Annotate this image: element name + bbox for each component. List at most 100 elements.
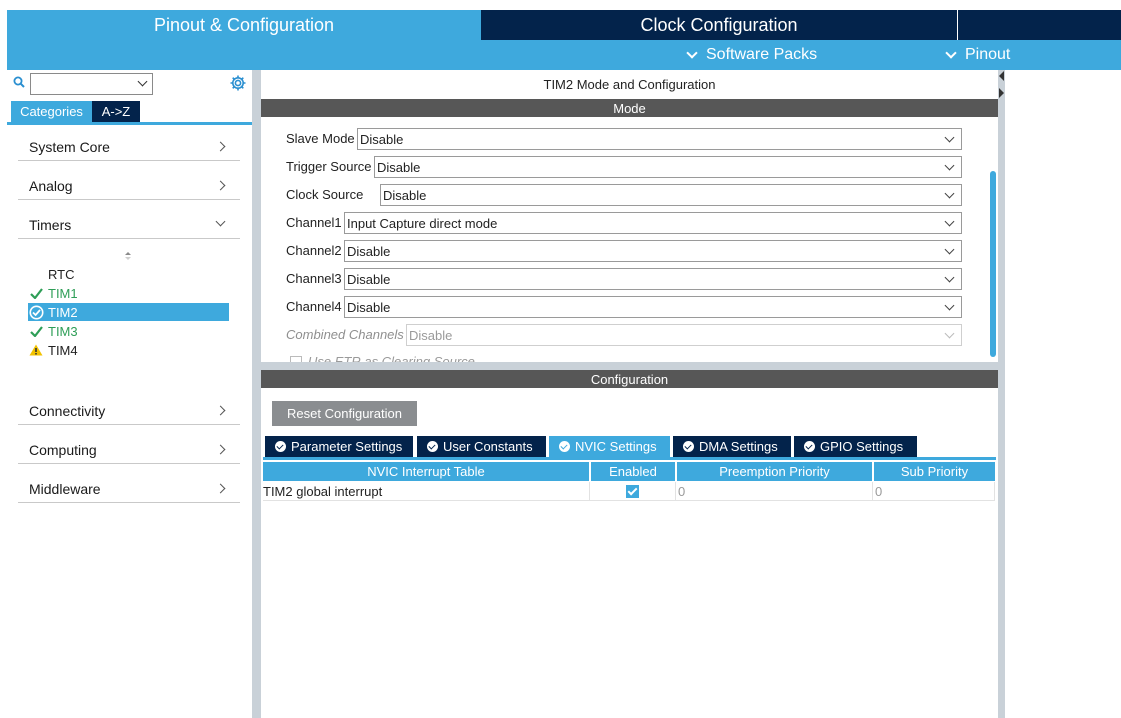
select-value: Disable [377,159,421,175]
chevron-down-icon [137,76,148,87]
category-label: Timers [29,216,72,233]
tab-clock-configuration[interactable]: Clock Configuration [481,10,957,40]
tab-gpio-settings[interactable]: GPIO Settings [794,436,917,457]
mode-area: Slave Mode Disable Trigger Source Disabl… [261,118,998,362]
category-connectivity[interactable]: Connectivity [18,397,240,425]
mode-configuration-panel: TIM2 Mode and Configuration Mode Slave M… [261,70,998,718]
check-circle-icon [804,441,815,452]
check-circle-icon [275,441,286,452]
channel4-select[interactable]: Disable [344,296,962,318]
combined-channels-select: Disable [406,324,962,346]
clock-source-select[interactable]: Disable [380,184,962,206]
config-tab-underline [263,457,996,460]
tab-nvic-settings[interactable]: NVIC Settings [549,436,670,457]
timer-label: TIM3 [48,323,78,339]
column-header-sub-priority[interactable]: Sub Priority [874,462,995,481]
mode-label: Channel3 [286,270,342,286]
chevron-down-icon [686,46,698,59]
column-header-nvic-interrupt-table[interactable]: NVIC Interrupt Table [263,462,589,481]
chevron-down-icon [944,188,955,199]
tab-parameter-settings[interactable]: Parameter Settings [265,436,413,457]
tab-user-constants[interactable]: User Constants [417,436,546,457]
chevron-down-icon [944,160,955,171]
mode-label: Channel2 [286,242,342,258]
category-label: Middleware [29,480,101,497]
category-computing[interactable]: Computing [18,436,240,464]
splitter-right[interactable] [998,70,1005,718]
gear-icon[interactable] [229,74,247,92]
check-circle-icon [427,441,438,452]
select-value: Disable [360,131,404,147]
software-packs-menu[interactable]: Software Packs [686,40,817,70]
mode-config-splitter[interactable] [261,362,998,370]
chevron-down-icon [944,272,955,283]
mode-row-channel4: Channel4 [286,295,342,317]
check-circle-icon [28,305,44,319]
slave-mode-select[interactable]: Disable [357,128,962,150]
timer-item-rtc[interactable]: RTC [28,265,229,283]
reset-configuration-button[interactable]: Reset Configuration [272,401,417,426]
search-icon[interactable] [13,76,25,88]
channel1-select[interactable]: Input Capture direct mode [344,212,962,234]
tab-label: DMA Settings [699,439,778,454]
chevron-right-icon [215,180,226,191]
mode-header: Mode [261,99,998,117]
splitter-left[interactable] [252,70,261,718]
tab-extra[interactable] [957,10,1121,40]
mode-scrollbar[interactable] [990,171,996,357]
tab-label: User Constants [443,439,533,454]
sub-menu-bar: Software Packs Pinout [7,40,1121,70]
search-combo[interactable] [30,73,153,95]
mode-row-channel1: Channel1 [286,211,342,233]
trigger-source-select[interactable]: Disable [374,156,962,178]
chevron-right-icon [215,405,226,416]
column-header-enabled[interactable]: Enabled [591,462,675,481]
check-circle-icon [683,441,694,452]
mode-label: Channel1 [286,214,342,230]
tab-dma-settings[interactable]: DMA Settings [673,436,791,457]
interrupt-name-cell: TIM2 global interrupt [263,482,590,501]
chevron-right-icon [215,483,226,494]
timer-item-tim1[interactable]: TIM1 [28,284,229,302]
timer-label: TIM1 [48,285,78,301]
mode-label: Slave Mode [286,130,355,146]
category-middleware[interactable]: Middleware [18,475,240,503]
chevron-down-icon [944,300,955,311]
category-analog[interactable]: Analog [18,172,240,200]
warning-icon [28,343,44,357]
collapse-arrows-icon[interactable] [998,70,1005,100]
use-etr-clearing-row: Use ETR as Clearing Source [290,354,475,362]
pinout-menu[interactable]: Pinout [945,40,1010,70]
tab-pinout-configuration[interactable]: Pinout & Configuration [7,10,481,40]
timer-item-tim4[interactable]: TIM4 [28,341,229,359]
blank-icon [28,267,44,281]
tab-underline [7,122,252,125]
enabled-cell [590,482,676,501]
channel2-select[interactable]: Disable [344,240,962,262]
check-icon [28,286,44,300]
enabled-checkbox[interactable] [626,484,639,498]
tab-categories[interactable]: Categories [11,101,92,122]
tab-label: GPIO Settings [820,439,904,454]
channel3-select[interactable]: Disable [344,268,962,290]
mode-row-combined-channels: Combined Channels [286,323,404,345]
mode-row-slave-mode: Slave Mode [286,127,355,149]
category-timers[interactable]: Timers [18,211,240,239]
timer-item-tim3[interactable]: TIM3 [28,322,229,340]
check-icon [28,324,44,338]
select-value: Disable [347,271,391,287]
timer-item-tim2[interactable]: TIM2 [28,303,229,321]
category-label: Computing [29,441,97,458]
chevron-right-icon [215,444,226,455]
mode-label: Trigger Source [286,158,372,174]
tab-a-to-z[interactable]: A->Z [92,101,140,122]
preemption-priority-cell[interactable]: 0 [676,482,873,501]
tab-label: NVIC Settings [575,439,657,454]
column-header-preemption-priority[interactable]: Preemption Priority [677,462,872,481]
mode-row-clock-source: Clock Source [286,183,363,205]
sort-icon[interactable] [123,251,133,261]
mode-label: Channel4 [286,298,342,314]
panel-title: TIM2 Mode and Configuration [543,77,716,92]
category-system-core[interactable]: System Core [18,133,240,161]
sub-priority-cell[interactable]: 0 [873,482,995,501]
